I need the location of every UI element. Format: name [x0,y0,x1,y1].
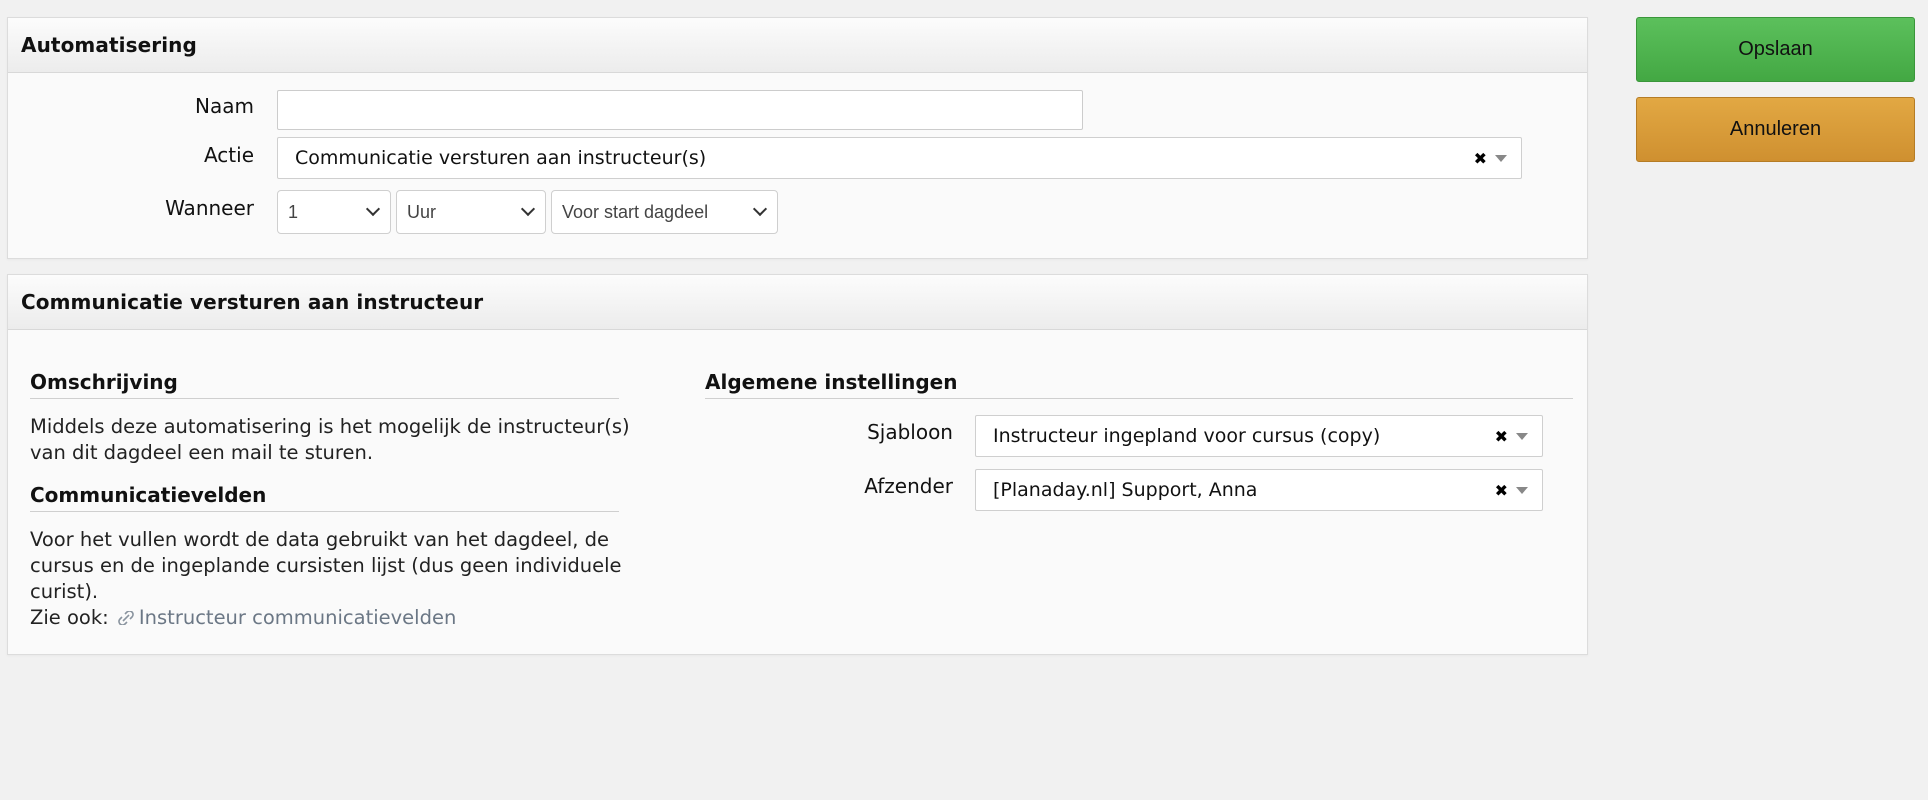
clear-icon[interactable]: ✖ [1495,481,1508,500]
chevron-down-icon [365,201,381,217]
fields-line-1: Voor het vullen wordt de data gebruikt v… [30,528,610,551]
action-select-value: Communicatie versturen aan instructeur(s… [295,147,707,169]
fields-line-2: cursus en de ingeplande cursisten lijst … [30,554,622,577]
name-label: Naam [195,94,254,118]
when-unit-select[interactable]: Uur [396,190,546,234]
see-also-label: Zie ook: [30,606,109,629]
when-unit-value: Uur [407,201,437,222]
description-line-1: Middels deze automatisering is het mogel… [30,415,630,438]
settings-title: Algemene instellingen [705,370,1573,399]
automation-panel-title: Automatisering [21,33,197,57]
action-select[interactable]: Communicatie versturen aan instructeur(s… [277,137,1522,179]
see-also-row: Zie ook: Instructeur communicatievelden [30,605,630,632]
when-amount-value: 1 [288,201,299,222]
sender-label: Afzender [864,474,953,498]
when-label: Wanneer [165,196,254,220]
caret-down-icon[interactable] [1516,432,1528,440]
template-select-value: Instructeur ingepland voor cursus (copy) [993,425,1381,447]
template-label: Sjabloon [867,420,953,444]
cancel-button[interactable]: Annuleren [1636,97,1915,162]
fields-text: Voor het vullen wordt de data gebruikt v… [30,527,630,632]
save-button[interactable]: Opslaan [1636,17,1915,82]
template-select[interactable]: Instructeur ingepland voor cursus (copy)… [975,415,1543,457]
action-label: Actie [203,143,254,167]
instructor-fields-link-text: Instructeur communicatievelden [138,606,457,629]
description-text: Middels deze automatisering is het mogel… [30,414,630,466]
automation-panel: Automatisering Naam Actie Communicatie v… [7,17,1588,259]
fields-line-3: curist). [30,580,99,603]
link-icon [115,606,137,632]
communication-panel-title: Communicatie versturen aan instructeur [21,290,484,314]
when-relative-select[interactable]: Voor start dagdeel [551,190,778,234]
clear-icon[interactable]: ✖ [1495,427,1508,446]
name-input[interactable] [277,90,1083,130]
when-amount-select[interactable]: 1 [277,190,391,234]
communication-panel: Communicatie versturen aan instructeur O… [7,274,1588,655]
caret-down-icon[interactable] [1516,486,1528,494]
clear-icon[interactable]: ✖ [1474,149,1487,168]
description-line-2: van dit dagdeel een mail te sturen. [30,441,374,464]
automation-panel-header: Automatisering [8,18,1587,73]
communication-panel-header: Communicatie versturen aan instructeur [8,275,1587,330]
chevron-down-icon [520,201,536,217]
description-title: Omschrijving [30,370,619,399]
caret-down-icon[interactable] [1495,154,1507,162]
sender-select-value: [Planaday.nl] Support, Anna [993,479,1258,501]
instructor-fields-link[interactable]: Instructeur communicatievelden [115,606,456,629]
chevron-down-icon [752,201,768,217]
when-relative-value: Voor start dagdeel [562,201,709,222]
sender-select[interactable]: [Planaday.nl] Support, Anna ✖ [975,469,1543,511]
fields-title: Communicatievelden [30,483,619,512]
